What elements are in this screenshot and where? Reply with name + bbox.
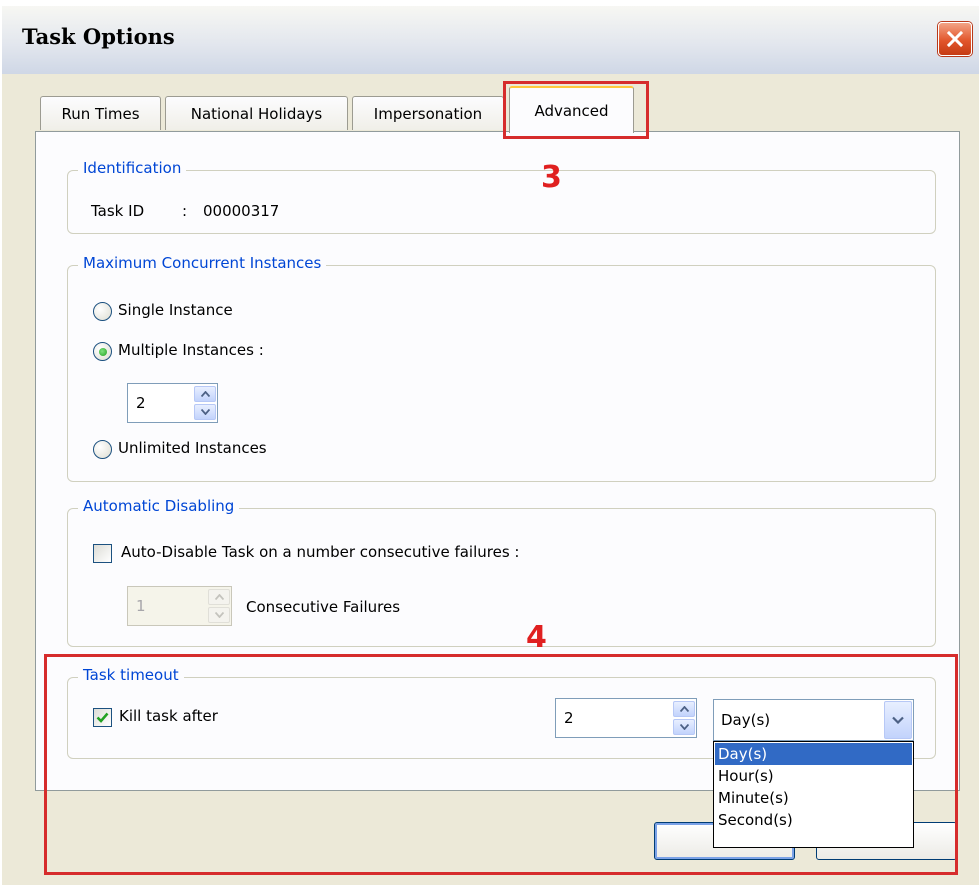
task-id-label: Task ID — [91, 202, 145, 220]
window-title: Task Options — [22, 24, 175, 49]
tab-label: Impersonation — [373, 104, 483, 123]
identification-group — [67, 170, 936, 234]
spin-up-icon — [214, 594, 224, 600]
annotation-number-4: 4 — [526, 620, 547, 655]
unlimited-instances-label[interactable]: Unlimited Instances — [118, 439, 267, 457]
option-minute[interactable]: Minute(s) — [715, 787, 912, 809]
task-id-value: 00000317 — [203, 202, 280, 220]
spin-down-button[interactable] — [194, 404, 216, 420]
spinner-buttons — [208, 588, 230, 624]
auto-disable-group — [67, 508, 936, 647]
multiple-instances-label[interactable]: Multiple Instances : — [118, 341, 264, 359]
spin-down-icon — [214, 612, 224, 618]
task-id-separator: : — [182, 202, 188, 220]
option-hour[interactable]: Hour(s) — [715, 765, 912, 787]
close-icon — [946, 30, 964, 48]
tab-impersonation[interactable]: Impersonation — [352, 96, 504, 130]
annotation-number-3: 3 — [541, 160, 562, 195]
timeout-unit-options: Day(s) Hour(s) Minute(s) Second(s) — [713, 741, 914, 848]
unlimited-instances-radio[interactable] — [93, 440, 112, 459]
spin-up-button[interactable] — [194, 386, 216, 402]
spin-down-icon — [200, 409, 210, 415]
radio-selected-dot — [99, 348, 107, 356]
identification-title: Identification — [78, 159, 187, 177]
spinner-buttons — [194, 385, 216, 421]
single-instance-label[interactable]: Single Instance — [118, 301, 233, 319]
option-day[interactable]: Day(s) — [715, 743, 912, 765]
tab-run-times[interactable]: Run Times — [40, 96, 161, 130]
option-second[interactable]: Second(s) — [715, 809, 912, 831]
spinner-value: 2 — [136, 394, 146, 412]
single-instance-radio[interactable] — [93, 302, 112, 321]
annotation-box-advanced-tab — [503, 81, 649, 139]
consecutive-failures-label: Consecutive Failures — [246, 598, 401, 616]
multiple-instances-radio[interactable] — [93, 342, 112, 361]
close-button[interactable] — [938, 22, 972, 56]
tab-national-holidays[interactable]: National Holidays — [165, 96, 348, 130]
auto-disable-checkbox[interactable] — [93, 544, 112, 563]
spin-up-icon — [200, 391, 210, 397]
auto-disable-title: Automatic Disabling — [78, 497, 240, 515]
auto-disable-label[interactable]: Auto-Disable Task on a number consecutiv… — [121, 543, 519, 561]
spin-up-button[interactable] — [208, 589, 230, 605]
tab-label: National Holidays — [190, 104, 323, 123]
spinner-value: 1 — [136, 597, 146, 615]
tab-label: Run Times — [61, 104, 140, 123]
max-instances-title: Maximum Concurrent Instances — [78, 254, 327, 272]
consecutive-failures-spinner[interactable]: 1 — [127, 586, 232, 626]
multiple-instances-spinner[interactable]: 2 — [127, 383, 218, 423]
spin-down-button[interactable] — [208, 607, 230, 623]
